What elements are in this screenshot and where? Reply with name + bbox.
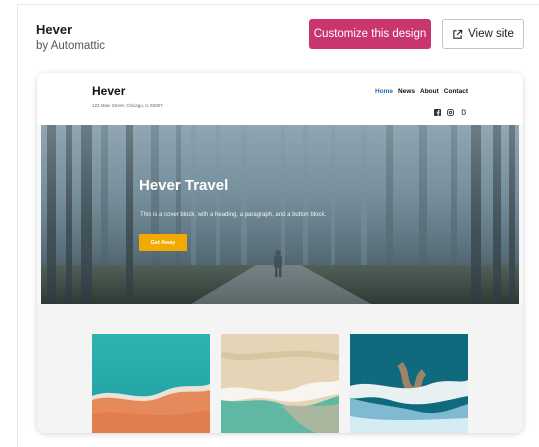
- preview-nav-contact: Contact: [443, 88, 468, 95]
- view-site-label: View site: [468, 28, 514, 40]
- facebook-icon: [434, 103, 441, 116]
- preview-gallery: [37, 304, 523, 433]
- preview-cover-block: Hever Travel This is a cover block, with…: [41, 125, 519, 304]
- theme-preview[interactable]: Hever 123 Main Street, Chicago, IL 60007…: [37, 73, 523, 433]
- preview-nav-news: News: [398, 88, 416, 95]
- preview-social-links: [434, 103, 467, 116]
- preview-nav-home: Home: [374, 88, 394, 95]
- instagram-icon: [447, 103, 454, 116]
- gallery-image-2: [221, 334, 339, 433]
- view-site-button[interactable]: View site: [442, 19, 524, 49]
- external-link-icon: [453, 29, 463, 39]
- theme-author: by Automattic: [36, 40, 106, 52]
- preview-site-header: Hever 123 Main Street, Chicago, IL 60007…: [37, 73, 523, 125]
- preview-hero-text: This is a cover block, with a heading, a…: [140, 212, 327, 218]
- preview-site-title: Hever: [92, 84, 126, 98]
- gallery-image-1: [92, 334, 210, 433]
- preview-nav: Home News About Contact: [375, 88, 468, 95]
- bandcamp-icon: [460, 103, 467, 115]
- preview-site-address: 123 Main Street, Chicago, IL 60007: [92, 103, 163, 108]
- gallery-image-3: [350, 334, 468, 433]
- preview-nav-about: About: [420, 88, 439, 95]
- preview-hero-title: Hever Travel: [139, 177, 229, 194]
- customize-design-button[interactable]: Customize this design: [309, 19, 431, 49]
- theme-name: Hever: [36, 22, 73, 37]
- preview-hero-button: Get Away: [139, 234, 187, 251]
